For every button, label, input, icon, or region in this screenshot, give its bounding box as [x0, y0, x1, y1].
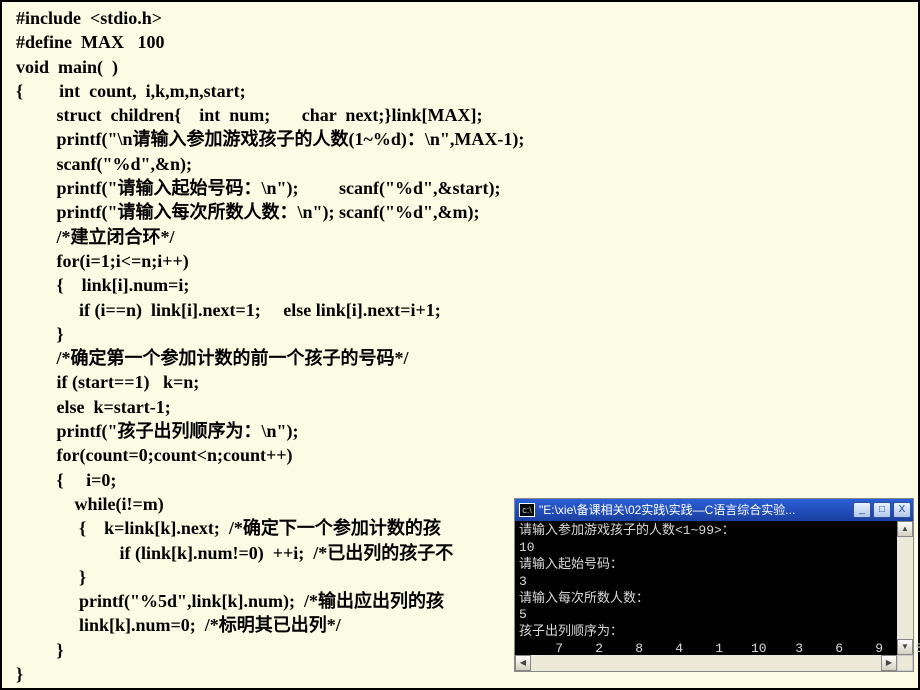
console-line: 3 — [519, 574, 909, 591]
scroll-right-icon[interactable]: ▶ — [881, 655, 897, 671]
scroll-htrack[interactable] — [531, 655, 881, 671]
scrollbar-corner — [897, 655, 913, 671]
code-line: for(count=0;count<n;count++) — [16, 443, 904, 467]
titlebar[interactable]: c:\ "E:\xie\备课相关\02实践\实践—C语言综合实验... _ □ … — [515, 499, 913, 521]
code-line: } — [16, 322, 904, 346]
window-title: "E:\xie\备课相关\02实践\实践—C语言综合实验... — [539, 502, 853, 518]
scrollbar-horizontal[interactable]: ◀ ▶ — [515, 655, 897, 671]
cmd-icon: c:\ — [519, 503, 535, 517]
console-output: 请输入参加游戏孩子的人数<1~99>：10请输入起始号码：3请输入每次所数人数：… — [515, 521, 913, 671]
code-line: #define MAX 100 — [16, 30, 904, 54]
code-line: /*确定第一个参加计数的前一个孩子的号码*/ — [16, 346, 904, 370]
code-line: { link[i].num=i; — [16, 273, 904, 297]
console-line: 请输入参加游戏孩子的人数<1~99>： — [519, 523, 909, 540]
code-line: printf("孩子出列顺序为：\n"); — [16, 419, 904, 443]
code-line: { i=0; — [16, 468, 904, 492]
console-line: 孩子出列顺序为： — [519, 624, 909, 641]
code-line: if (i==n) link[i].next=1; else link[i].n… — [16, 298, 904, 322]
scrollbar-vertical[interactable]: ▲ ▼ — [897, 521, 913, 655]
code-line: else k=start-1; — [16, 395, 904, 419]
code-line: #include <stdio.h> — [16, 6, 904, 30]
console-window: c:\ "E:\xie\备课相关\02实践\实践—C语言综合实验... _ □ … — [514, 498, 914, 672]
console-line: 5 — [519, 607, 909, 624]
code-line: printf("\n请输入参加游戏孩子的人数(1~%d)：\n",MAX-1); — [16, 127, 904, 151]
code-line: { int count, i,k,m,n,start; — [16, 79, 904, 103]
console-line: 请输入每次所数人数： — [519, 591, 909, 608]
code-line: printf("请输入每次所数人数：\n"); scanf("%d",&m); — [16, 200, 904, 224]
code-line: void main( ) — [16, 55, 904, 79]
code-line: scanf("%d",&n); — [16, 152, 904, 176]
code-line: for(i=1;i<=n;i++) — [16, 249, 904, 273]
console-line: 10 — [519, 540, 909, 557]
scroll-left-icon[interactable]: ◀ — [515, 655, 531, 671]
code-line: printf("请输入起始号码：\n"); scanf("%d",&start)… — [16, 176, 904, 200]
code-line: /*建立闭合环*/ — [16, 225, 904, 249]
maximize-button[interactable]: □ — [873, 502, 891, 518]
code-line: struct children{ int num; char next;}lin… — [16, 103, 904, 127]
console-line: 请输入起始号码： — [519, 557, 909, 574]
minimize-button[interactable]: _ — [853, 502, 871, 518]
close-button[interactable]: X — [893, 502, 911, 518]
scroll-down-icon[interactable]: ▼ — [897, 639, 913, 655]
scroll-up-icon[interactable]: ▲ — [897, 521, 913, 537]
scroll-track[interactable] — [897, 537, 913, 639]
code-line: if (start==1) k=n; — [16, 370, 904, 394]
